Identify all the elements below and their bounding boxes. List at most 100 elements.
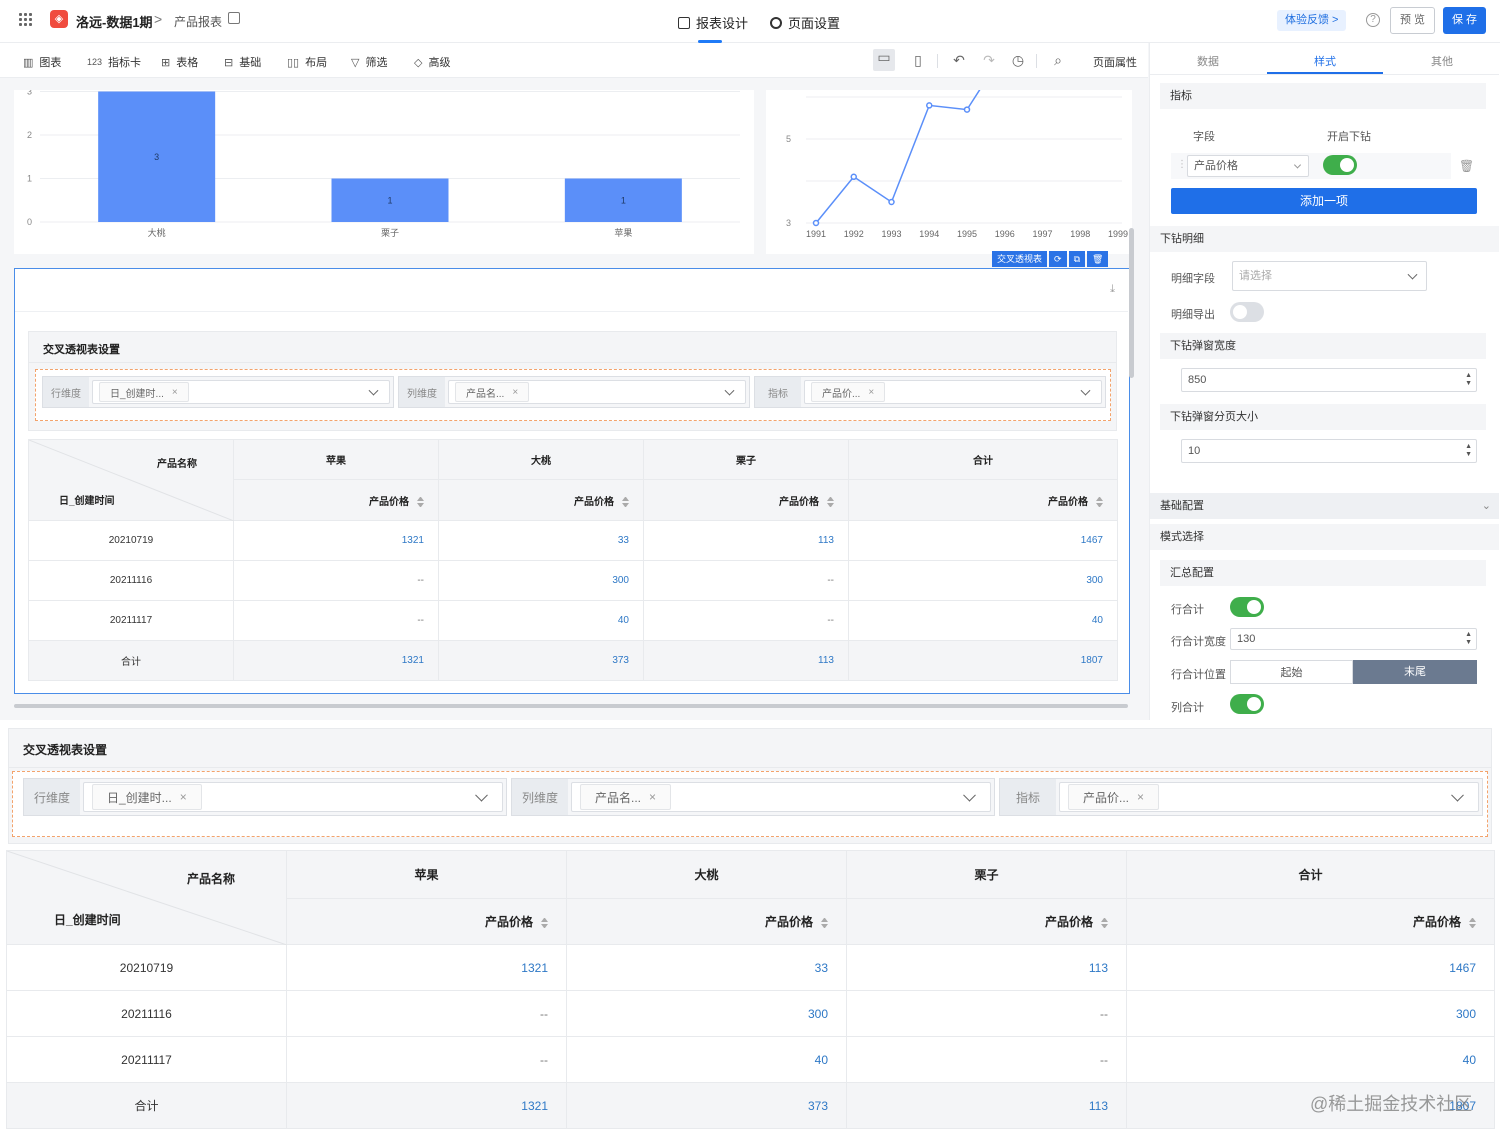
sort-icon[interactable]: [541, 918, 548, 928]
tab-report-design[interactable]: 报表设计: [678, 13, 748, 32]
search-icon[interactable]: ⌕: [1050, 52, 1066, 68]
close-icon[interactable]: ×: [180, 790, 187, 804]
tool-layout[interactable]: ▯▯ 布局: [287, 54, 327, 70]
help-icon[interactable]: ?: [1366, 13, 1380, 27]
measure-header[interactable]: 产品价格: [1126, 898, 1495, 945]
value-cell[interactable]: 40: [566, 1036, 847, 1083]
value-cell[interactable]: 1467: [1126, 944, 1495, 991]
tab-page-settings[interactable]: 页面设置: [770, 13, 840, 32]
measure-header[interactable]: 产品价格: [848, 479, 1118, 521]
redo-icon[interactable]: ↷: [981, 52, 997, 68]
value-cell[interactable]: 300: [848, 560, 1118, 601]
tool-advanced[interactable]: ◇ 高级: [414, 54, 450, 70]
value-cell[interactable]: --: [846, 1036, 1127, 1083]
tool-chart[interactable]: ▥ 图表: [23, 54, 61, 70]
row-dimension-select[interactable]: 日_创建时... ×: [83, 782, 503, 812]
value-cell[interactable]: 300: [438, 560, 644, 601]
value-cell[interactable]: 113: [846, 944, 1127, 991]
value-cell[interactable]: 300: [566, 990, 847, 1037]
app-name[interactable]: 洛远-数据1期: [76, 12, 153, 31]
tab-other[interactable]: 其他: [1384, 53, 1500, 69]
value-cell[interactable]: 300: [1126, 990, 1495, 1037]
pos-start-button[interactable]: 起始: [1230, 660, 1353, 684]
value-cell[interactable]: 1321: [233, 520, 439, 561]
close-icon[interactable]: ×: [868, 387, 874, 398]
save-button[interactable]: 保 存: [1443, 7, 1486, 34]
tool-basic[interactable]: ⊟ 基础: [224, 54, 261, 70]
tool-metric-card[interactable]: 123 指标卡: [87, 54, 141, 70]
desktop-view-icon[interactable]: ▭: [873, 49, 895, 71]
page-attributes-button[interactable]: 页面属性: [1093, 54, 1137, 70]
close-icon[interactable]: ×: [512, 387, 518, 398]
value-cell[interactable]: 40: [848, 600, 1118, 641]
sort-icon[interactable]: [1469, 918, 1476, 928]
row-total-toggle[interactable]: [1230, 597, 1264, 617]
value-cell[interactable]: 1467: [848, 520, 1118, 561]
drag-handle-icon[interactable]: ⋮: [1177, 159, 1187, 170]
value-cell[interactable]: --: [233, 560, 439, 601]
delete-icon[interactable]: 🗑: [1087, 251, 1109, 267]
value-cell[interactable]: 40: [438, 600, 644, 641]
undo-icon[interactable]: ↶: [951, 52, 967, 68]
close-icon[interactable]: ×: [649, 790, 656, 804]
feedback-button[interactable]: 体验反馈 >: [1277, 10, 1347, 31]
measure-header[interactable]: 产品价格: [286, 898, 567, 945]
row-dimension-select[interactable]: 日_创建时... ×: [92, 380, 390, 404]
close-icon[interactable]: ×: [1137, 790, 1144, 804]
section-mode-select[interactable]: 模式选择: [1150, 524, 1499, 550]
measure-header[interactable]: 产品价格: [643, 479, 849, 521]
col-dimension-select[interactable]: 产品名... ×: [571, 782, 991, 812]
sort-icon[interactable]: [1096, 497, 1103, 507]
measure-header[interactable]: 产品价格: [846, 898, 1127, 945]
popup-page-input[interactable]: 10 ▲ ▼: [1181, 439, 1477, 463]
measure-header[interactable]: 产品价格: [233, 479, 439, 521]
value-cell[interactable]: 113: [643, 520, 849, 561]
detail-field-select[interactable]: 请选择: [1232, 261, 1427, 291]
detail-export-toggle[interactable]: [1230, 302, 1264, 322]
col-total-toggle[interactable]: [1230, 694, 1264, 714]
measure-header[interactable]: 产品价格: [566, 898, 847, 945]
delete-icon[interactable]: 🗑: [1459, 159, 1474, 173]
section-basic-config[interactable]: 基础配置 ⌄: [1150, 493, 1499, 519]
value-cell[interactable]: 373: [566, 1082, 847, 1129]
stepper-icon[interactable]: ▲ ▼: [1465, 372, 1472, 388]
value-cell[interactable]: 1807: [848, 640, 1118, 681]
value-cell[interactable]: 373: [438, 640, 644, 681]
sort-icon[interactable]: [417, 497, 424, 507]
value-cell[interactable]: --: [233, 600, 439, 641]
history-icon[interactable]: ◷: [1010, 52, 1026, 68]
value-cell[interactable]: 113: [643, 640, 849, 681]
metric-select[interactable]: 产品价... ×: [1059, 782, 1479, 812]
stepper-icon[interactable]: ▲ ▼: [1465, 443, 1472, 459]
measure-header[interactable]: 产品价格: [438, 479, 644, 521]
value-cell[interactable]: 40: [1126, 1036, 1495, 1083]
value-cell[interactable]: 1321: [233, 640, 439, 681]
add-item-button[interactable]: 添加一项: [1171, 188, 1477, 214]
bar-chart-card[interactable]: 0 1 2 3 3 大桃 1 栗子 1 苹果: [14, 87, 754, 254]
apps-grid-icon[interactable]: [19, 13, 33, 27]
sort-icon[interactable]: [622, 497, 629, 507]
sort-icon[interactable]: [827, 497, 834, 507]
value-cell[interactable]: --: [643, 560, 849, 601]
metric-field-select[interactable]: 产品价格: [1187, 155, 1309, 177]
value-cell[interactable]: 1321: [286, 1082, 567, 1129]
popup-width-input[interactable]: 850 ▲ ▼: [1181, 368, 1477, 392]
edit-icon[interactable]: [228, 12, 240, 24]
drill-toggle[interactable]: [1323, 155, 1357, 175]
value-cell[interactable]: 33: [438, 520, 644, 561]
refresh-icon[interactable]: ⟳: [1049, 251, 1067, 267]
tool-filter[interactable]: ▽ 筛选: [351, 54, 387, 70]
copy-icon[interactable]: ⧉: [1068, 251, 1085, 267]
sort-icon[interactable]: [1101, 918, 1108, 928]
vertical-scrollbar[interactable]: [1129, 228, 1134, 378]
value-cell[interactable]: --: [846, 990, 1127, 1037]
value-cell[interactable]: 113: [846, 1082, 1127, 1129]
pos-end-button[interactable]: 末尾: [1353, 660, 1477, 684]
col-dimension-select[interactable]: 产品名... ×: [448, 380, 746, 404]
mobile-view-icon[interactable]: ▯: [910, 52, 926, 68]
breadcrumb-page[interactable]: 产品报表: [174, 13, 222, 30]
tab-data[interactable]: 数据: [1150, 53, 1266, 69]
preview-button[interactable]: 预 览: [1390, 7, 1435, 34]
sort-icon[interactable]: [821, 918, 828, 928]
pivot-card[interactable]: ⤓ 交叉透视表设置 行维度 日_创建时... × 列维度 产品名... × 指标…: [14, 268, 1130, 694]
